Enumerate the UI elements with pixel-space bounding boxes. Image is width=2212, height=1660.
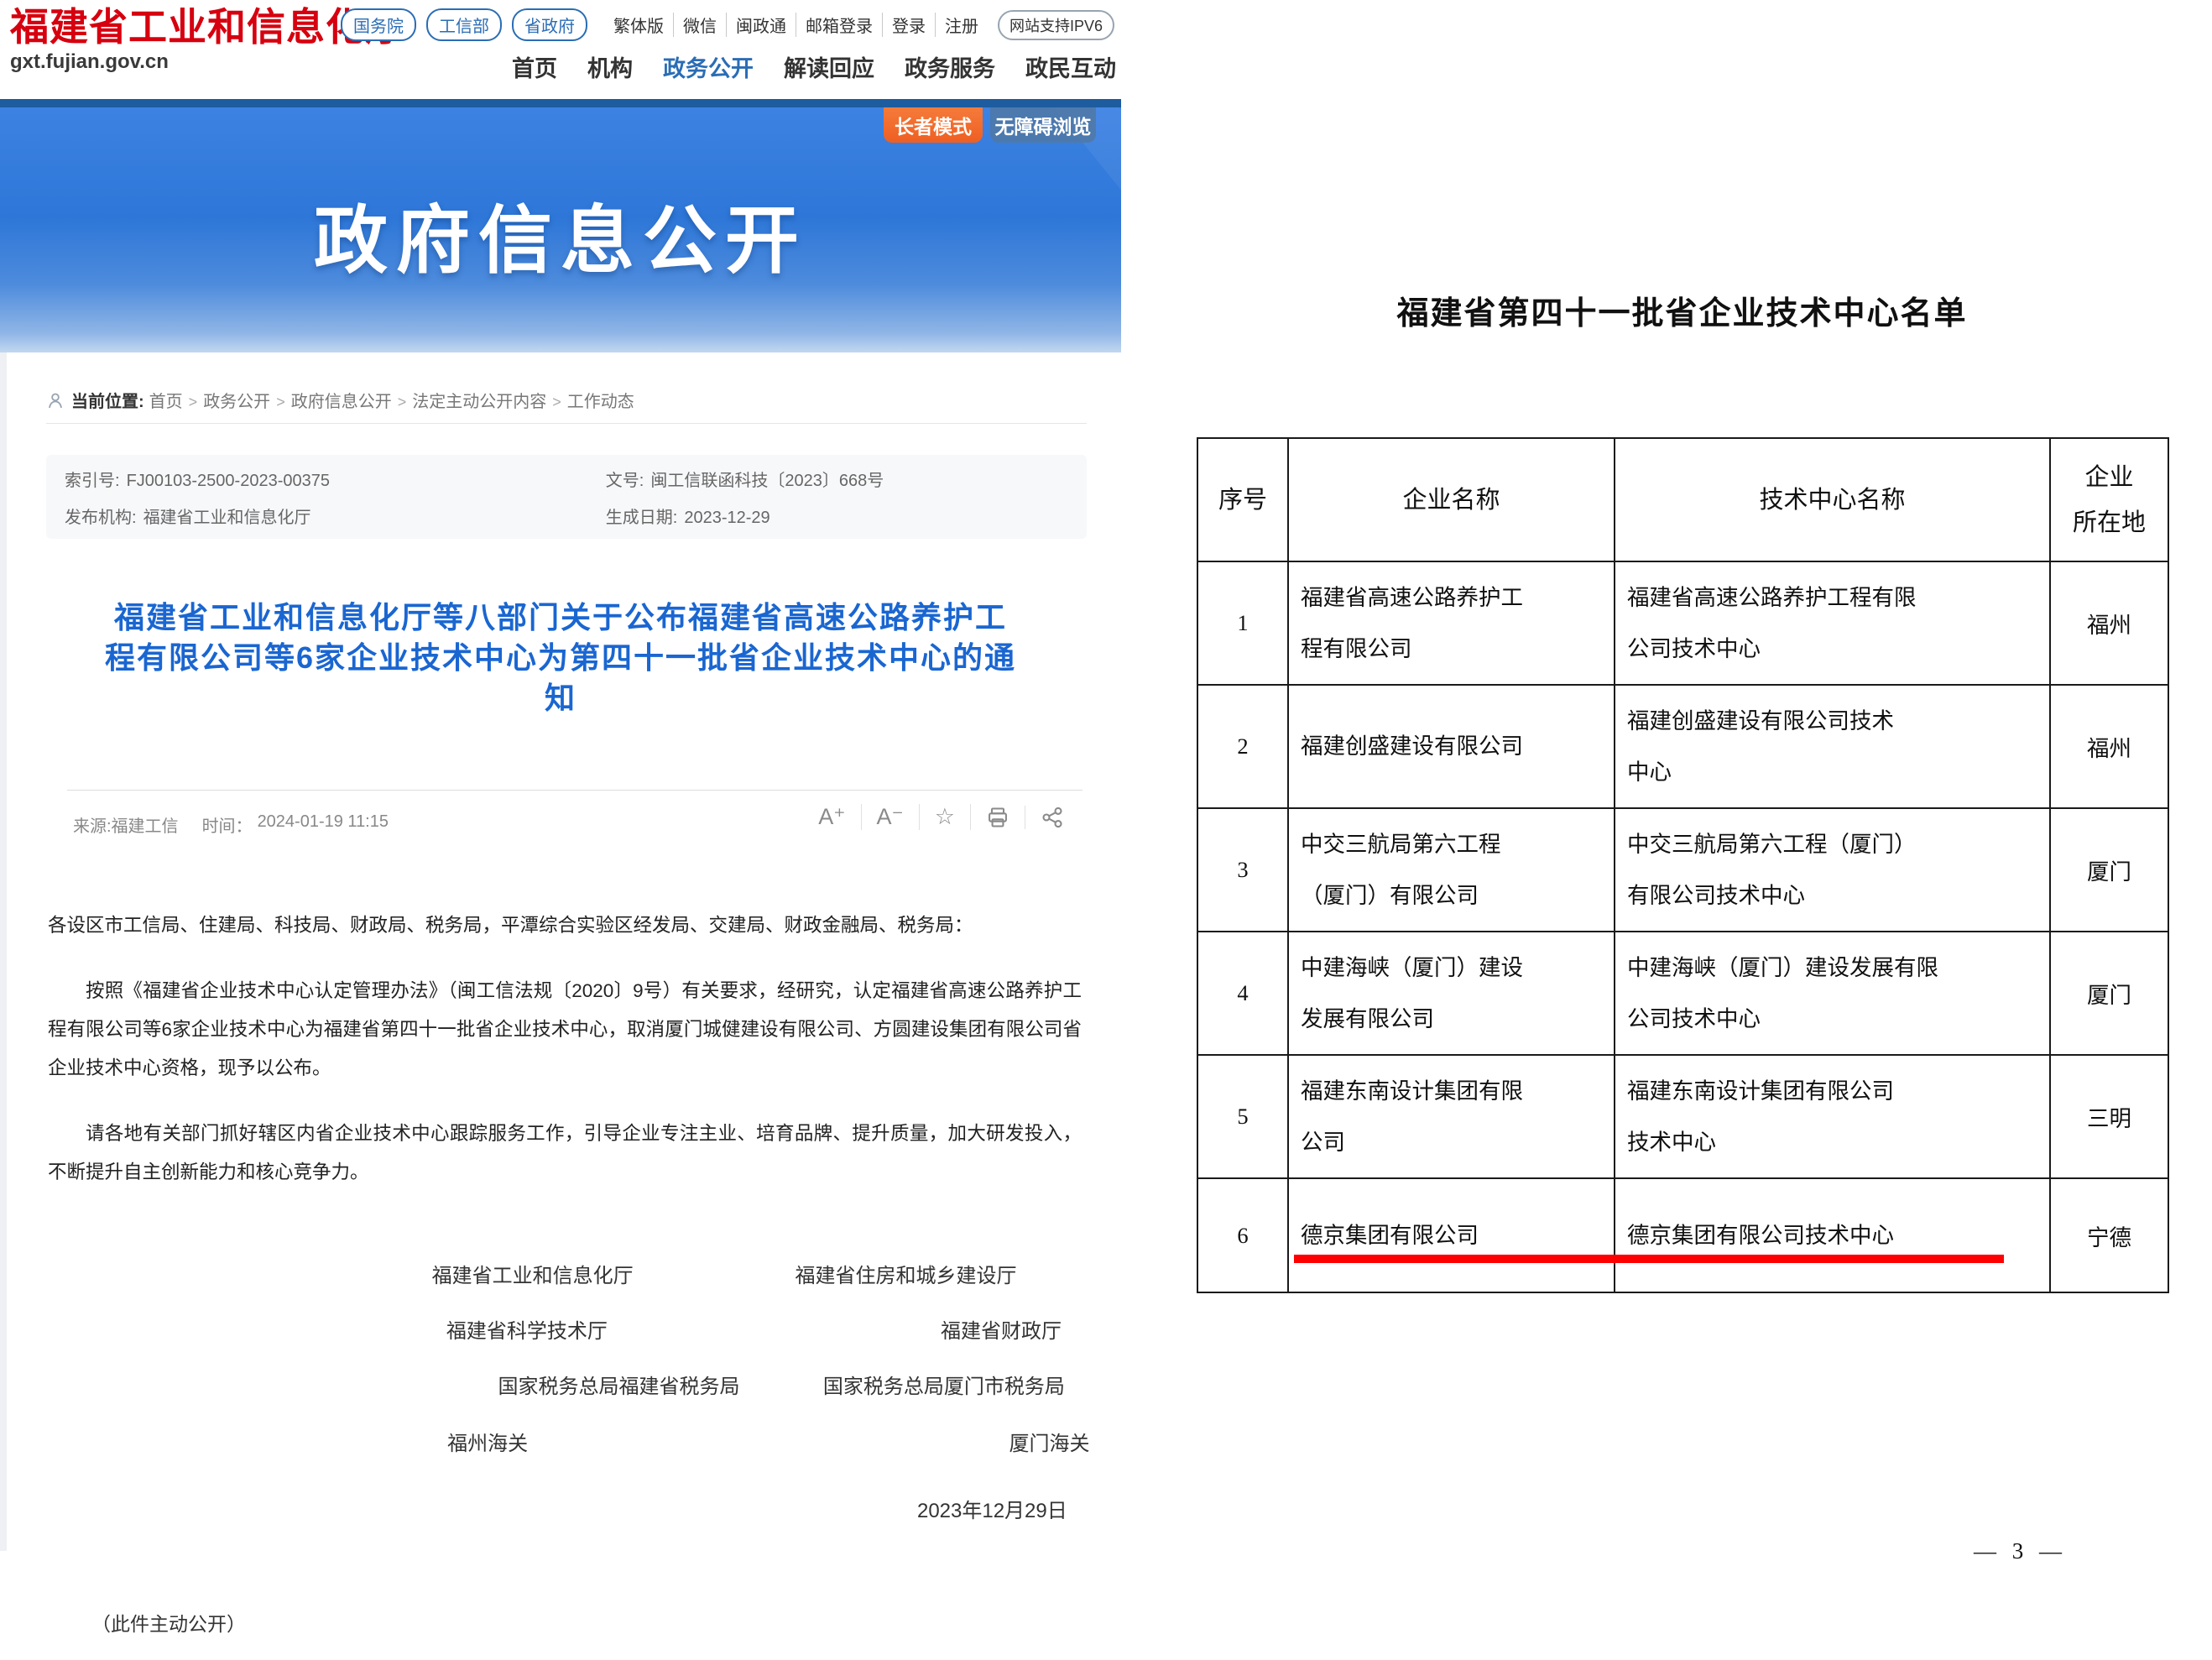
breadcrumb-item-work-updates[interactable]: 工作动态 (567, 388, 634, 412)
article-toolbar: A⁺ A⁻ ☆ (803, 804, 1079, 830)
article-paragraph-request: 请各地有关部门抓好辖区内省企业技术中心跟踪服务工作，引导企业专注主业、培育品牌、… (48, 1114, 1082, 1192)
screenshot-root: 福建省工业和信息化厅 gxt.fujian.gov.cn 国务院 工信部 省政府… (0, 0, 2212, 1660)
page-banner: 政府信息公开 长者模式 无障碍浏览 (0, 107, 1121, 352)
signature-row-1: 福建省工业和信息化厅 福建省住房和城乡建设厅 (0, 1259, 1121, 1284)
attachment-document: 福建省第四十一批省企业技术中心名单 序号 企业名称 技术中心名称 企业 所在地 (1121, 0, 2212, 1660)
signer-fuzhou-customs: 福州海关 (447, 1427, 528, 1456)
table-header-row: 序号 企业名称 技术中心名称 企业 所在地 (1197, 438, 2168, 561)
share-icon[interactable] (1025, 806, 1079, 829)
disclosure-footnote: （此件主动公开） (91, 1608, 246, 1637)
article-time: 时间： 2024-01-19 11:15 (202, 812, 389, 837)
site-logo-domain: gxt.fujian.gov.cn (10, 50, 404, 74)
table-row: 5 福建东南设计集团有限 公司 福建东南设计集团有限公司 技术中心 三明 (1197, 1055, 2168, 1178)
table-row: 3 中交三航局第六工程 （厦门）有限公司 中交三航局第六工程（厦门） 有限公司技… (1197, 808, 2168, 932)
elder-mode-button[interactable]: 长者模式 (884, 107, 983, 143)
table-row: 4 中建海峡（厦门）建设 发展有限公司 中建海峡（厦门）建设发展有限 公司技术中… (1197, 932, 2168, 1055)
document-meta-card: 索引号:FJ00103-2500-2023-00375 文号:闽工信联函科技〔2… (46, 455, 1087, 539)
utility-link-minzhengtong[interactable]: 闽政通 (727, 13, 796, 37)
red-highlight-underline (1294, 1255, 2004, 1263)
nav-item-services[interactable]: 政务服务 (905, 50, 995, 83)
header-company-name: 企业名称 (1288, 438, 1615, 561)
content-area: 当前位置: 首页 政务公开 政府信息公开 法定主动公开内容 工作动态 索引号:F… (0, 352, 1121, 1551)
font-decrease-icon[interactable]: A⁻ (862, 804, 920, 830)
article-title: 福建省工业和信息化厅等八部门关于公布福建省高速公路养护工 程有限公司等6家企业技… (34, 598, 1088, 718)
nav-item-home[interactable]: 首页 (512, 50, 557, 83)
utility-link-register[interactable]: 注册 (936, 13, 988, 37)
ipv6-support-badge: 网站支持IPV6 (998, 10, 1114, 40)
header-divider-strip (0, 99, 1121, 107)
article-source: 来源:福建工信 (73, 812, 179, 837)
breadcrumb-item-info-disclosure[interactable]: 政府信息公开 (291, 388, 413, 412)
nav-item-organization[interactable]: 机构 (587, 50, 633, 83)
signature-date: 2023年12月29日 (917, 1494, 1067, 1523)
tech-center-table-wrap: 序号 企业名称 技术中心名称 企业 所在地 1 福建省高速公路养护工 程有限公司… (1197, 437, 2168, 1293)
meta-doc-number: 文号:闽工信联函科技〔2023〕668号 (587, 467, 1087, 491)
banner-title: 政府信息公开 (0, 181, 1121, 288)
meta-issue-date: 生成日期:2023-12-29 (587, 504, 1087, 528)
article-paragraph-decision: 按照《福建省企业技术中心认定管理办法》（闽工信法规〔2020〕9号）有关要求，经… (48, 972, 1082, 1088)
title-divider (67, 790, 1083, 791)
article-paragraph-salutation: 各设区市工信局、住建局、科技局、财政局、税务局，平潭综合实验区经发局、交建局、财… (48, 906, 1082, 945)
signature-row-4: 福州海关 厦门海关 (0, 1427, 1121, 1452)
print-icon[interactable] (971, 806, 1025, 829)
signer-fujian-tax: 国家税务总局福建省税务局 (498, 1370, 739, 1399)
meta-issuing-agency: 发布机构:福建省工业和信息化厅 (46, 504, 587, 528)
favorite-star-icon[interactable]: ☆ (920, 804, 971, 830)
quick-link-state-council[interactable]: 国务院 (341, 8, 416, 41)
quick-link-provincial-gov[interactable]: 省政府 (512, 8, 587, 41)
utility-row: 国务院 工信部 省政府 繁体版 微信 闽政通 邮箱登录 登录 注册 网站支持IP… (341, 8, 1114, 41)
breadcrumb-item-home[interactable]: 首页 (149, 388, 204, 412)
signer-science-tech: 福建省科学技术厅 (446, 1314, 608, 1344)
utility-link-mail-login[interactable]: 邮箱登录 (796, 13, 883, 37)
header-company-location: 企业 所在地 (2050, 438, 2168, 561)
signer-housing: 福建省住房和城乡建设厅 (795, 1259, 1016, 1288)
utility-links: 繁体版 微信 闽政通 邮箱登录 登录 注册 (604, 13, 988, 37)
article-body: 各设区市工信局、住建局、科技局、财政局、税务局，平潭综合实验区经发局、交建局、财… (48, 906, 1082, 1192)
attachment-title: 福建省第四十一批省企业技术中心名单 (1197, 287, 2168, 333)
breadcrumb-divider (46, 423, 1087, 424)
table-row-highlighted: 6 德京集团有限公司 德京集团有限公司技术中心 宁德 (1197, 1178, 2168, 1292)
signature-row-3: 国家税务总局福建省税务局 国家税务总局厦门市税务局 (0, 1370, 1121, 1395)
signer-xiamen-customs: 厦门海关 (1009, 1427, 1089, 1456)
article-source-row: 来源:福建工信 时间： 2024-01-19 11:15 (73, 812, 389, 837)
tech-center-table: 序号 企业名称 技术中心名称 企业 所在地 1 福建省高速公路养护工 程有限公司… (1197, 437, 2169, 1293)
header-center-name: 技术中心名称 (1615, 438, 2050, 561)
signer-finance: 福建省财政厅 (941, 1314, 1062, 1344)
table-row: 2 福建创盛建设有限公司 福建创盛建设有限公司技术 中心 福州 (1197, 685, 2168, 808)
signer-xiamen-tax: 国家税务总局厦门市税务局 (823, 1370, 1065, 1399)
breadcrumb-label: 当前位置: (71, 388, 144, 412)
utility-link-wechat[interactable]: 微信 (674, 13, 727, 37)
page-number: — 3 — (1974, 1538, 2067, 1564)
breadcrumb-item-gov-affairs[interactable]: 政务公开 (203, 388, 291, 412)
utility-link-login[interactable]: 登录 (883, 13, 936, 37)
table-row: 1 福建省高速公路养护工 程有限公司 福建省高速公路养护工程有限 公司技术中心 … (1197, 561, 2168, 685)
accessibility-button[interactable]: 无障碍浏览 (990, 107, 1096, 143)
nav-item-interpretation[interactable]: 解读回应 (784, 50, 874, 83)
nav-item-gov-affairs[interactable]: 政务公开 (663, 50, 754, 83)
breadcrumb: 当前位置: 首页 政务公开 政府信息公开 法定主动公开内容 工作动态 (46, 388, 634, 412)
utility-link-traditional[interactable]: 繁体版 (604, 13, 674, 37)
signature-row-2: 福建省科学技术厅 福建省财政厅 (0, 1314, 1121, 1339)
main-nav: 首页 机构 政务公开 解读回应 政务服务 政民互动 (512, 50, 1116, 83)
breadcrumb-item-statutory-content[interactable]: 法定主动公开内容 (412, 388, 567, 412)
quick-link-miit[interactable]: 工信部 (426, 8, 502, 41)
location-person-icon (46, 391, 65, 410)
site-header: 福建省工业和信息化厅 gxt.fujian.gov.cn 国务院 工信部 省政府… (0, 0, 1121, 99)
header-serial-number: 序号 (1197, 438, 1288, 561)
meta-index-number: 索引号:FJ00103-2500-2023-00375 (46, 467, 587, 491)
gov-webpage: 福建省工业和信息化厅 gxt.fujian.gov.cn 国务院 工信部 省政府… (0, 0, 1121, 1660)
nav-item-interaction[interactable]: 政民互动 (1025, 50, 1116, 83)
font-increase-icon[interactable]: A⁺ (803, 804, 861, 830)
signer-miit: 福建省工业和信息化厅 (432, 1259, 634, 1288)
